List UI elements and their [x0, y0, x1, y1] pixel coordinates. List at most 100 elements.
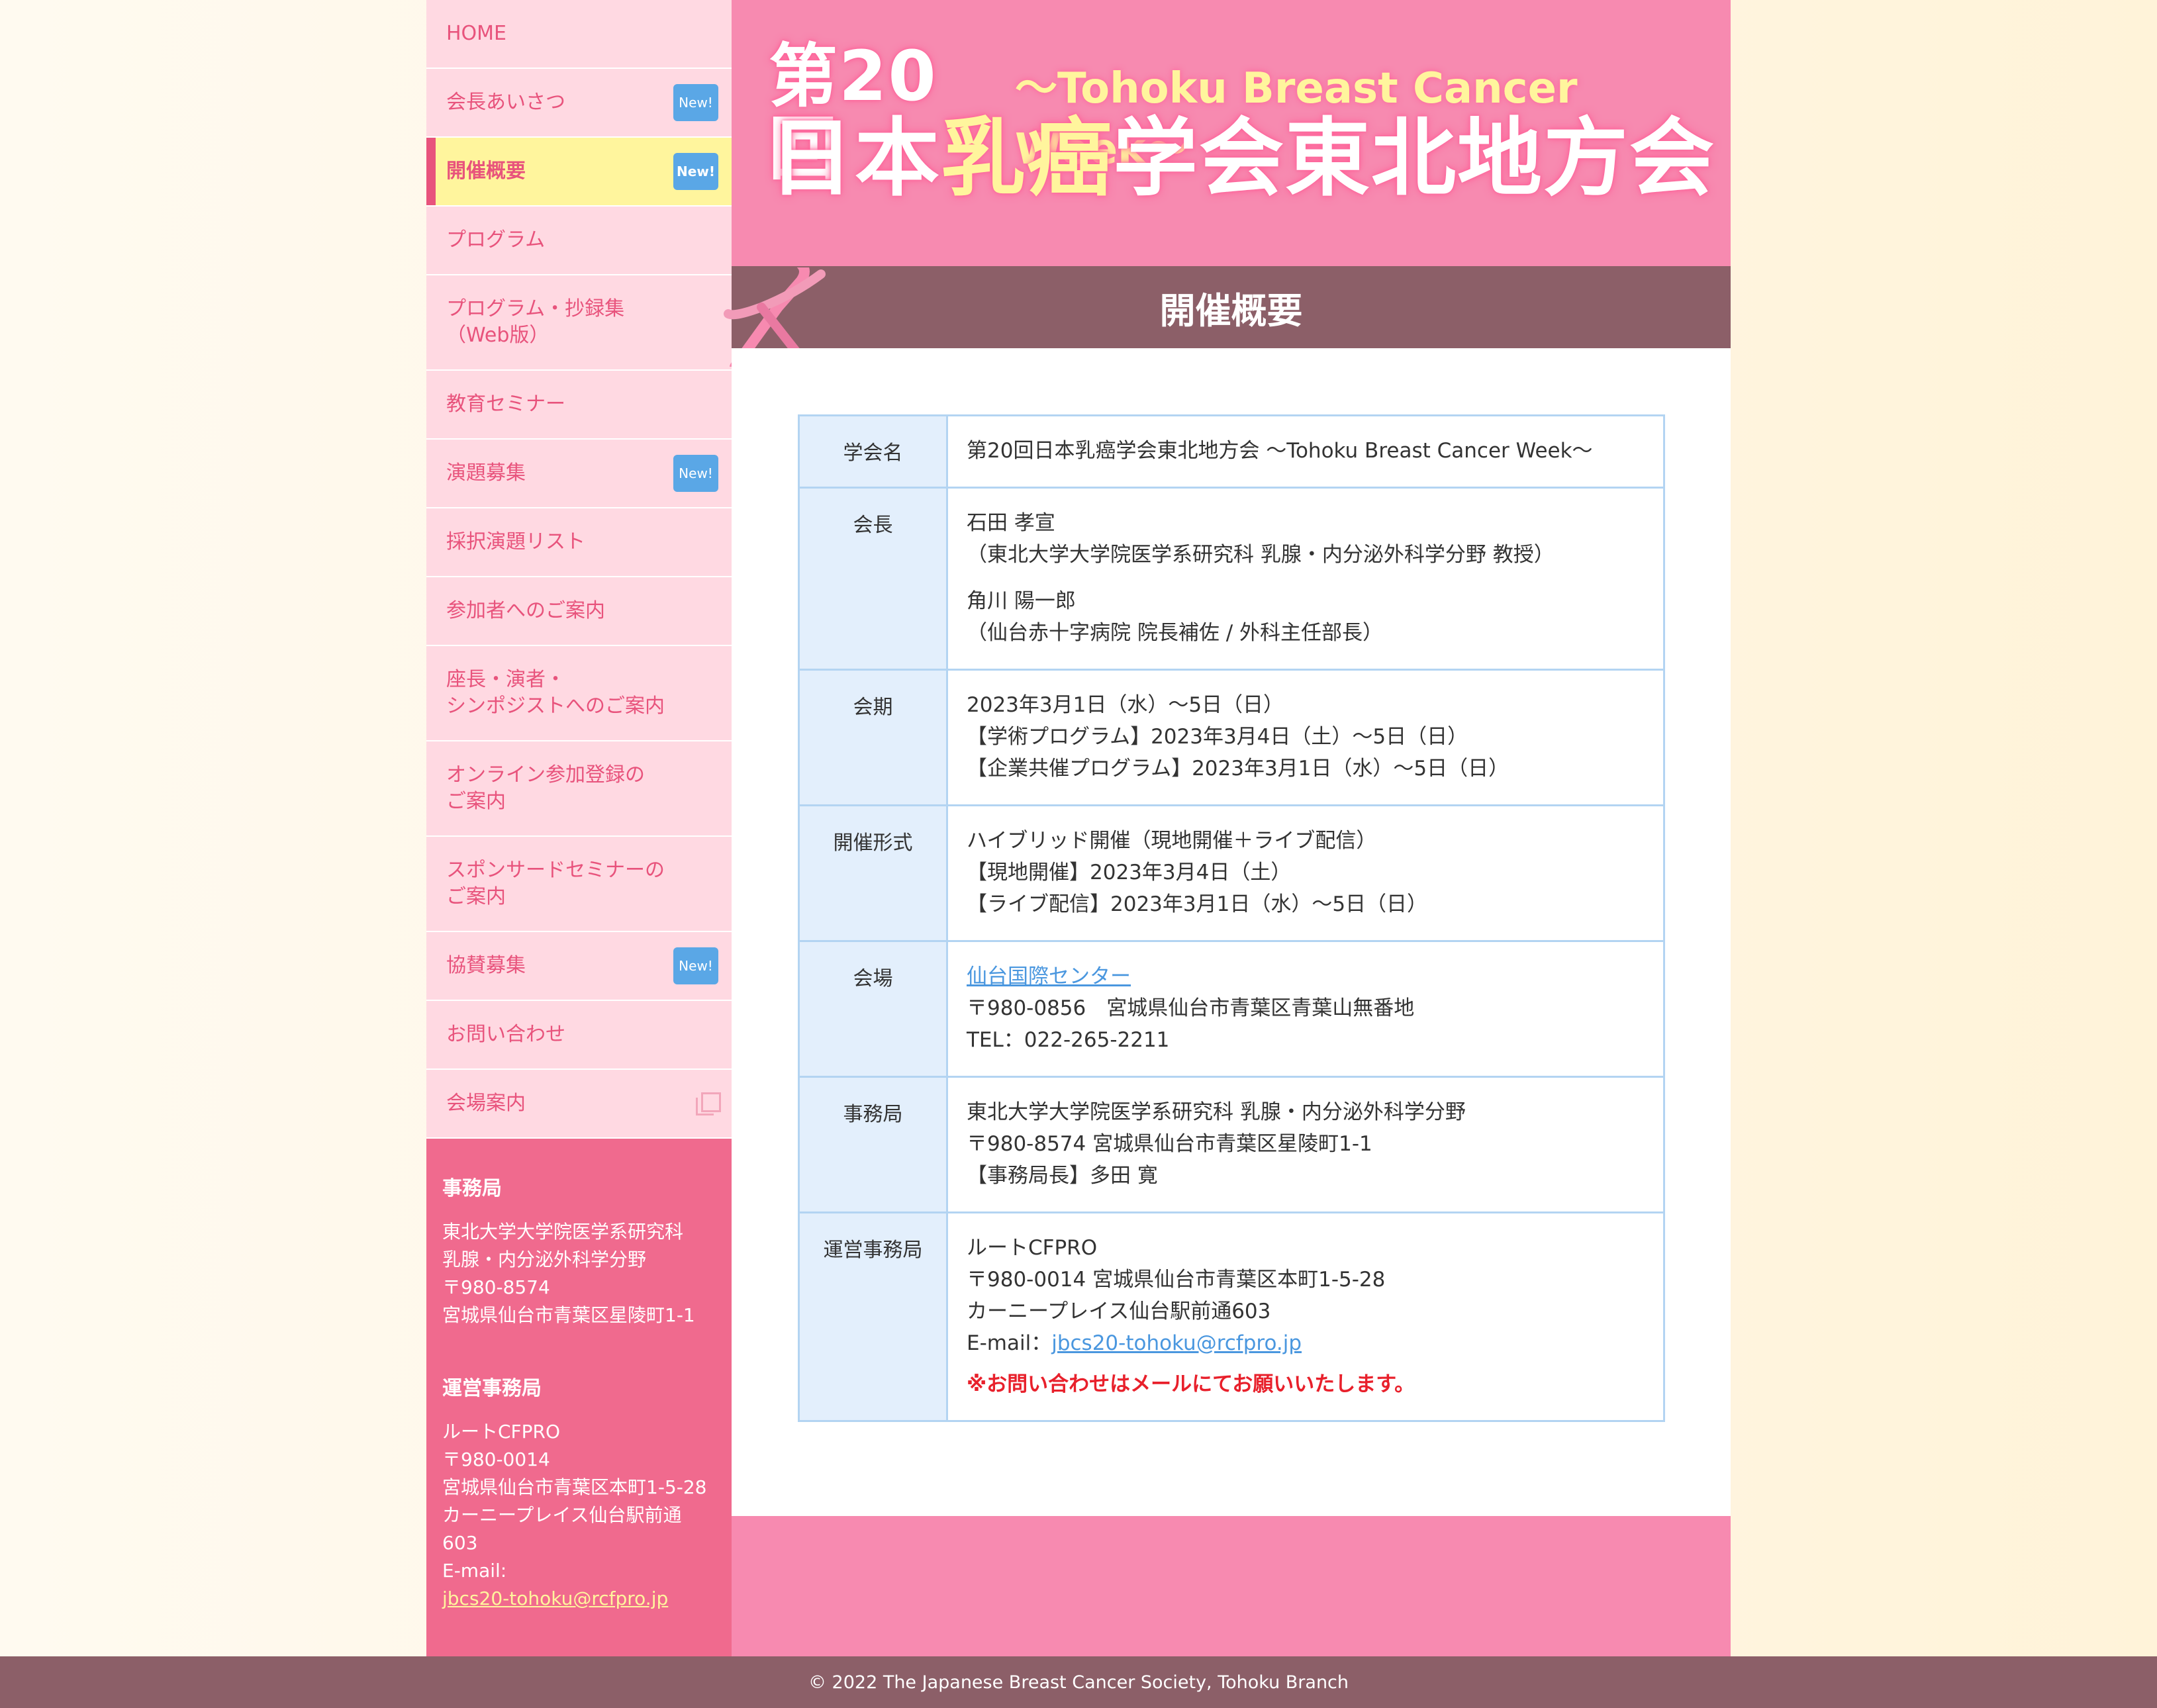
ops-line: ルートCFPRO	[967, 1236, 1098, 1260]
nav-item-sponsored-seminar[interactable]: スポンサードセミナーの ご案内	[426, 837, 732, 932]
ops-title: 運営事務局	[442, 1377, 542, 1400]
nav-item-venue[interactable]: 会場案内	[426, 1070, 732, 1139]
office-line: 東北大学大学院医学系研究科	[442, 1221, 684, 1243]
office-line: 宮城県仙台市青葉区星陵町1-1	[442, 1304, 695, 1326]
ops-info: 運営事務局 ルートCFPRO 〒980-0014 宮城県仙台市青葉区本町1-5-…	[442, 1372, 716, 1613]
row-label: 運営事務局	[798, 1211, 948, 1422]
header-title-part: 学会東北地方会	[1113, 109, 1716, 208]
content-bottom-band	[732, 1516, 1731, 1656]
site-footer: © 2022 The Japanese Breast Cancer Societ…	[0, 1656, 2157, 1708]
overview-table: 学会名 第20回日本乳癌学会東北地方会 〜Tohoku Breast Cance…	[798, 414, 1665, 1422]
nav-item-overview[interactable]: 開催概要 New!	[426, 138, 732, 207]
president-name: 角川 陽一郎	[967, 589, 1076, 613]
header-title-part: 日本	[769, 109, 941, 208]
office-title: 事務局	[442, 1177, 502, 1200]
president-affiliation: （東北大学大学院医学系研究科 乳腺・内分泌外科学分野 教授）	[967, 543, 1555, 567]
president-name: 石田 孝宣	[967, 511, 1055, 535]
ops-line: E-mail:	[442, 1560, 507, 1582]
nav-label: 座長・演者・ シンポジストへのご案内	[446, 668, 665, 718]
nav-item-accepted-list[interactable]: 採択演題リスト	[426, 508, 732, 577]
table-row: 会場 仙台国際センター 〒980-0856 宮城県仙台市青葉区青葉山無番地 TE…	[798, 940, 1665, 1078]
office-line: 乳腺・内分泌外科学分野	[442, 1249, 647, 1270]
ops-line: カーニープレイス仙台駅前通603	[967, 1300, 1271, 1323]
nav-label: HOME	[446, 22, 507, 45]
row-value: 仙台国際センター 〒980-0856 宮城県仙台市青葉区青葉山無番地 TEL：0…	[946, 940, 1665, 1078]
nav-label: スポンサードセミナーの ご案内	[446, 859, 665, 908]
nav-item-sponsorship[interactable]: 協賛募集 New!	[426, 932, 732, 1001]
page-title-bar: 開催概要	[732, 266, 1731, 348]
sidebar-contact-info: 事務局 東北大学大学院医学系研究科 乳腺・内分泌外科学分野 〒980-8574 …	[426, 1139, 732, 1613]
nav-label: 協賛募集	[446, 954, 526, 977]
office-line: 〒980-8574 宮城県仙台市青葉区星陵町1-1	[967, 1132, 1372, 1156]
table-row: 会期 2023年3月1日（水）〜5日（日） 【学術プログラム】2023年3月4日…	[798, 669, 1665, 806]
nav-item-contact[interactable]: お問い合わせ	[426, 1001, 732, 1070]
office-line: 東北大学大学院医学系研究科 乳腺・内分泌外科学分野	[967, 1100, 1466, 1124]
nav-item-home[interactable]: HOME	[426, 0, 732, 69]
ops-line: 宮城県仙台市青葉区本町1-5-28	[442, 1476, 707, 1498]
main-content: 学会名 第20回日本乳癌学会東北地方会 〜Tohoku Breast Cance…	[732, 348, 1731, 1516]
row-value: ハイブリッド開催（現地開催＋ライブ配信） 【現地開催】2023年3月4日（土） …	[946, 804, 1665, 942]
format-line: 【ライブ配信】2023年3月1日（水）〜5日（日）	[967, 892, 1428, 916]
table-row: 開催形式 ハイブリッド開催（現地開催＋ライブ配信） 【現地開催】2023年3月4…	[798, 804, 1665, 942]
ops-line: 〒980-0014	[442, 1448, 550, 1470]
office-line: 〒980-8574	[442, 1276, 550, 1298]
ops-line: カーニープレイス仙台駅前通603	[442, 1504, 682, 1554]
site-header: 第20回 〜Tohoku Breast Cancer Week〜 日本乳癌学会東…	[732, 0, 1731, 266]
format-line: ハイブリッド開催（現地開催＋ライブ配信）	[967, 829, 1377, 853]
row-value: 石田 孝宣 （東北大学大学院医学系研究科 乳腺・内分泌外科学分野 教授） 角川 …	[946, 487, 1665, 671]
header-title: 日本乳癌学会東北地方会	[769, 113, 1715, 205]
date-line: 【学術プログラム】2023年3月4日（土）〜5日（日）	[967, 725, 1468, 749]
venue-link[interactable]: 仙台国際センター	[967, 965, 1131, 988]
table-row: 学会名 第20回日本乳癌学会東北地方会 〜Tohoku Breast Cance…	[798, 414, 1665, 489]
row-label: 学会名	[798, 414, 948, 489]
nav-item-greeting[interactable]: 会長あいさつ New!	[426, 69, 732, 138]
row-label: 会長	[798, 487, 948, 671]
table-row: 会長 石田 孝宣 （東北大学大学院医学系研究科 乳腺・内分泌外科学分野 教授） …	[798, 487, 1665, 671]
row-value: 第20回日本乳癌学会東北地方会 〜Tohoku Breast Cancer We…	[946, 414, 1665, 489]
nav-item-participants[interactable]: 参加者へのご案内	[426, 577, 732, 646]
venue-phone: TEL：022-265-2211	[967, 1028, 1170, 1052]
ops-email-link[interactable]: jbcs20-tohoku@rcfpro.jp	[1051, 1331, 1302, 1355]
ops-email-link[interactable]: jbcs20-tohoku@rcfpro.jp	[442, 1588, 668, 1609]
nav-label: プログラム	[446, 228, 546, 252]
new-badge: New!	[673, 455, 718, 492]
row-label: 会期	[798, 669, 948, 806]
external-link-icon	[696, 1092, 721, 1115]
row-label: 会場	[798, 940, 948, 1078]
row-value: ルートCFPRO 〒980-0014 宮城県仙台市青葉区本町1-5-28 カーニ…	[946, 1211, 1665, 1422]
header-title-highlight: 乳癌	[941, 109, 1114, 208]
president-affiliation: （仙台赤十字病院 院長補佐 / 外科主任部長）	[967, 621, 1384, 645]
nav-label: 採択演題リスト	[446, 530, 585, 553]
nav-label: オンライン参加登録の ご案内	[446, 763, 645, 813]
sidebar-nav: HOME 会長あいさつ New! 開催概要 New! プログラム プログラム・抄録集…	[426, 0, 732, 1139]
sidebar: HOME 会長あいさつ New! 開催概要 New! プログラム プログラム・抄録集…	[426, 0, 732, 1656]
date-line: 2023年3月1日（水）〜5日（日）	[967, 693, 1284, 717]
nav-label: プログラム・抄録集 （Web版）	[446, 297, 625, 347]
row-value: 2023年3月1日（水）〜5日（日） 【学術プログラム】2023年3月4日（土）…	[946, 669, 1665, 806]
nav-label: 教育セミナー	[446, 393, 565, 416]
nav-item-program[interactable]: プログラム	[426, 207, 732, 275]
date-line: 【企業共催プログラム】2023年3月1日（水）〜5日（日）	[967, 757, 1510, 781]
nav-item-call-for-abstracts[interactable]: 演題募集 New!	[426, 440, 732, 508]
nav-label: お問い合わせ	[446, 1023, 565, 1046]
ops-line: ルートCFPRO	[442, 1421, 561, 1443]
nav-label: 会長あいさつ	[446, 91, 565, 114]
nav-item-online-registration[interactable]: オンライン参加登録の ご案内	[426, 741, 732, 837]
nav-label: 参加者へのご案内	[446, 599, 605, 622]
copyright-text: © 2022 The Japanese Breast Cancer Societ…	[808, 1672, 1349, 1693]
format-line: 【現地開催】2023年3月4日（土）	[967, 861, 1292, 884]
conference-name: 第20回日本乳癌学会東北地方会 〜Tohoku Breast Cancer We…	[967, 439, 1593, 463]
nav-label: 開催概要	[446, 160, 526, 183]
new-badge: New!	[673, 947, 718, 984]
contact-notice: ※お問い合わせはメールにてお願いいたします。	[967, 1372, 1415, 1396]
ops-email-line: E-mail：jbcs20-tohoku@rcfpro.jp	[967, 1327, 1645, 1359]
table-row: 事務局 東北大学大学院医学系研究科 乳腺・内分泌外科学分野 〒980-8574 …	[798, 1076, 1665, 1213]
email-label: E-mail：	[967, 1331, 1052, 1355]
nav-item-abstracts[interactable]: プログラム・抄録集 （Web版）	[426, 275, 732, 371]
nav-item-chairs-speakers[interactable]: 座長・演者・ シンポジストへのご案内	[426, 646, 732, 741]
nav-label: 会場案内	[446, 1092, 526, 1115]
nav-item-seminar[interactable]: 教育セミナー	[426, 371, 732, 440]
venue-address: 〒980-0856 宮城県仙台市青葉区青葉山無番地	[967, 996, 1415, 1020]
new-badge: New!	[673, 153, 718, 190]
page-title: 開催概要	[1159, 289, 1303, 332]
